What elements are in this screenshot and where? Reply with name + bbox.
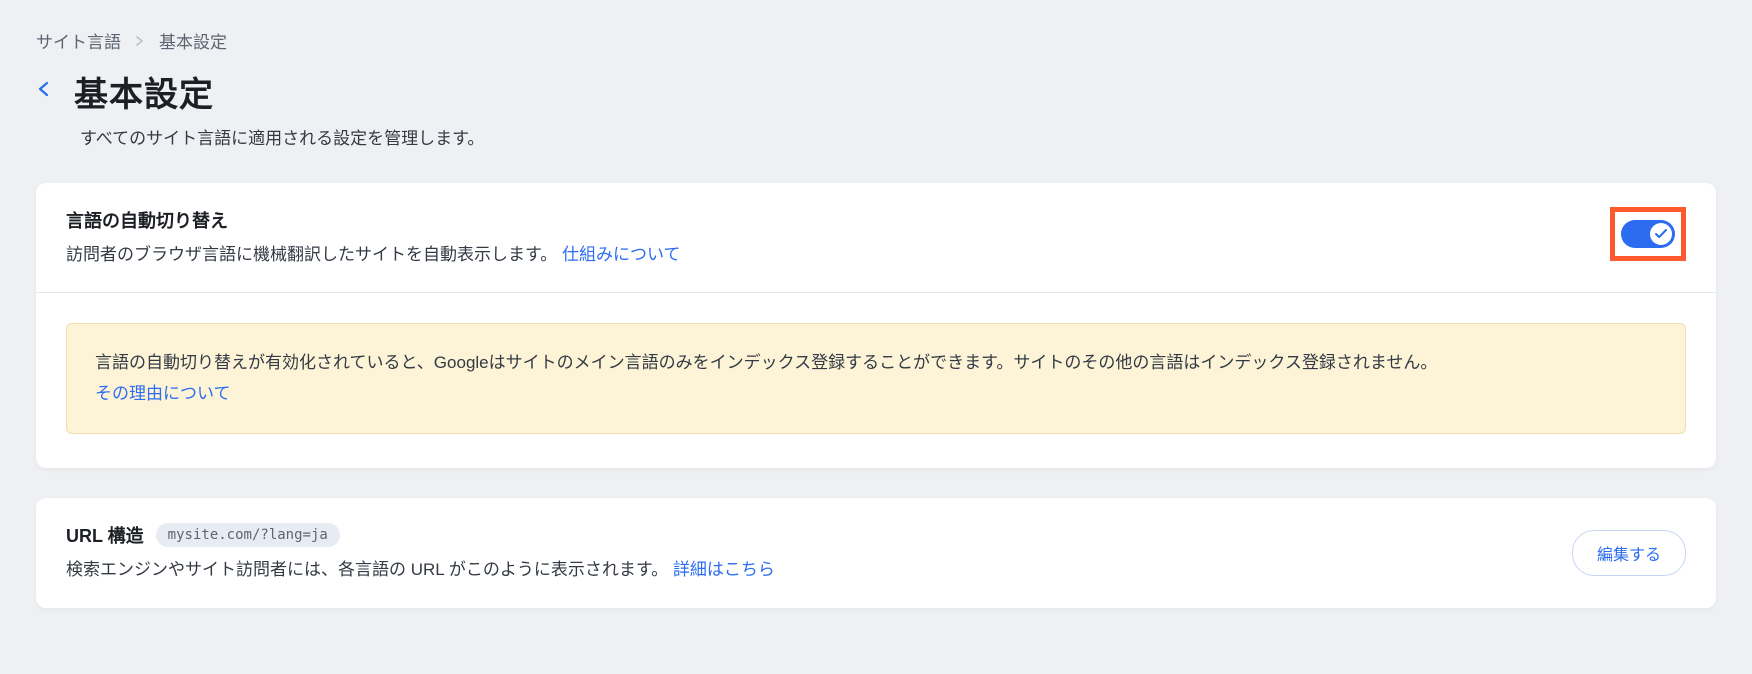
page-title: 基本設定 bbox=[74, 67, 214, 116]
auto-switch-title: 言語の自動切り替え bbox=[66, 207, 1590, 233]
page-header: 基本設定 bbox=[36, 67, 1716, 116]
url-structure-description: 検索エンジンやサイト訪問者には、各言語の URL がこのように表示されます。 詳… bbox=[66, 556, 1552, 583]
warning-box: 言語の自動切り替えが有効化されていると、Googleはサイトのメイン言語のみをイ… bbox=[66, 323, 1686, 434]
check-icon bbox=[1655, 227, 1667, 242]
url-example-pill: mysite.com/?lang=ja bbox=[156, 523, 340, 547]
warning-text: 言語の自動切り替えが有効化されていると、Googleはサイトのメイン言語のみをイ… bbox=[95, 353, 1437, 372]
auto-switch-header-section: 言語の自動切り替え 訪問者のブラウザ言語に機械翻訳したサイトを自動表示します。 … bbox=[36, 183, 1716, 293]
edit-button[interactable]: 編集する bbox=[1572, 530, 1686, 576]
back-arrow-icon[interactable] bbox=[36, 77, 52, 103]
breadcrumb-parent-link[interactable]: サイト言語 bbox=[36, 28, 121, 53]
toggle-highlight-box bbox=[1610, 207, 1686, 261]
breadcrumb: サイト言語 基本設定 bbox=[36, 28, 1716, 53]
auto-switch-learn-more-link[interactable]: 仕組みについて bbox=[562, 245, 681, 264]
url-details-link[interactable]: 詳細はこちら bbox=[673, 560, 775, 579]
auto-switch-card: 言語の自動切り替え 訪問者のブラウザ言語に機械翻訳したサイトを自動表示します。 … bbox=[36, 183, 1716, 468]
breadcrumb-current: 基本設定 bbox=[159, 28, 227, 53]
page-subtitle: すべてのサイト言語に適用される設定を管理します。 bbox=[80, 124, 1716, 149]
url-structure-section: URL 構造 mysite.com/?lang=ja 検索エンジンやサイト訪問者… bbox=[36, 498, 1716, 607]
warning-section: 言語の自動切り替えが有効化されていると、Googleはサイトのメイン言語のみをイ… bbox=[36, 293, 1716, 468]
auto-switch-toggle[interactable] bbox=[1621, 220, 1675, 248]
chevron-right-icon bbox=[135, 33, 145, 49]
warning-reason-link[interactable]: その理由について bbox=[95, 384, 231, 403]
toggle-knob bbox=[1650, 223, 1672, 245]
url-structure-title: URL 構造 bbox=[66, 522, 144, 548]
url-desc-text: 検索エンジンやサイト訪問者には、各言語の URL がこのように表示されます。 bbox=[66, 560, 668, 579]
auto-switch-description: 訪問者のブラウザ言語に機械翻訳したサイトを自動表示します。 仕組みについて bbox=[66, 241, 1590, 268]
url-structure-card: URL 構造 mysite.com/?lang=ja 検索エンジンやサイト訪問者… bbox=[36, 498, 1716, 607]
auto-switch-desc-text: 訪問者のブラウザ言語に機械翻訳したサイトを自動表示します。 bbox=[66, 245, 557, 264]
